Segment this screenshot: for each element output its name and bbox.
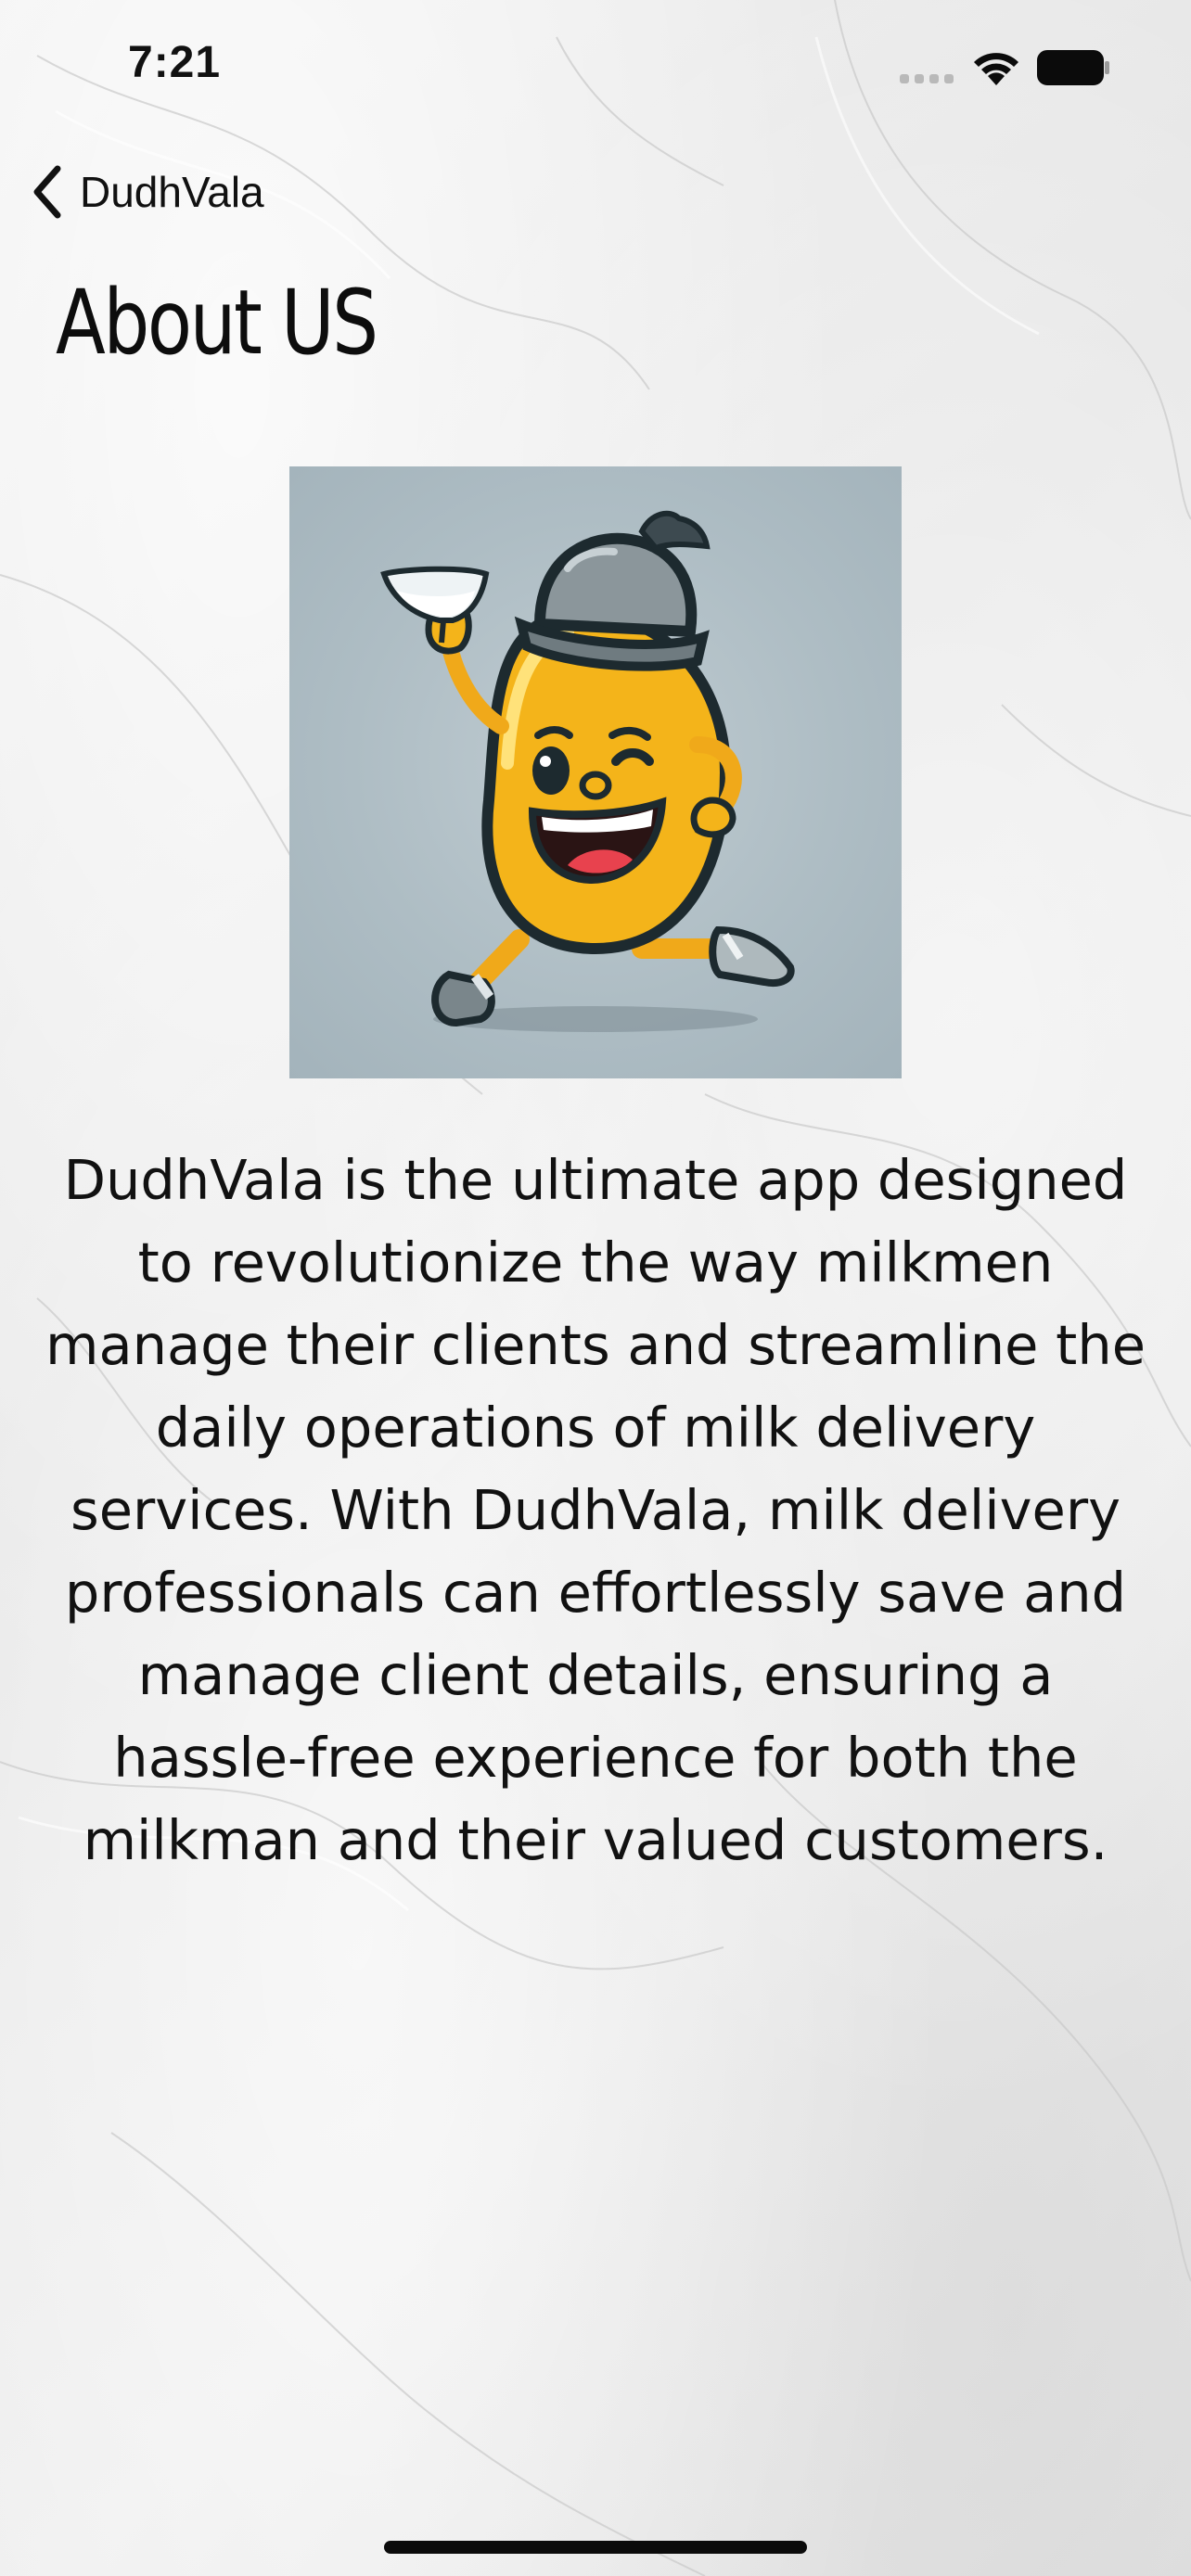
- back-button[interactable]: DudhVala: [32, 159, 264, 224]
- status-time: 7:21: [128, 38, 222, 87]
- battery-icon: [1037, 50, 1111, 90]
- about-description: DudhVala is the ultimate app designed to…: [45, 1148, 1146, 1872]
- status-bar: 7:21: [0, 0, 1191, 139]
- home-indicator[interactable]: [384, 2541, 807, 2554]
- chevron-left-icon: [33, 165, 61, 219]
- page-title: About US: [56, 271, 378, 375]
- cellular-signal-icon: [900, 74, 954, 83]
- mascot-image: [289, 466, 902, 1078]
- back-button-label: DudhVala: [80, 168, 264, 216]
- wifi-icon: [970, 48, 1022, 92]
